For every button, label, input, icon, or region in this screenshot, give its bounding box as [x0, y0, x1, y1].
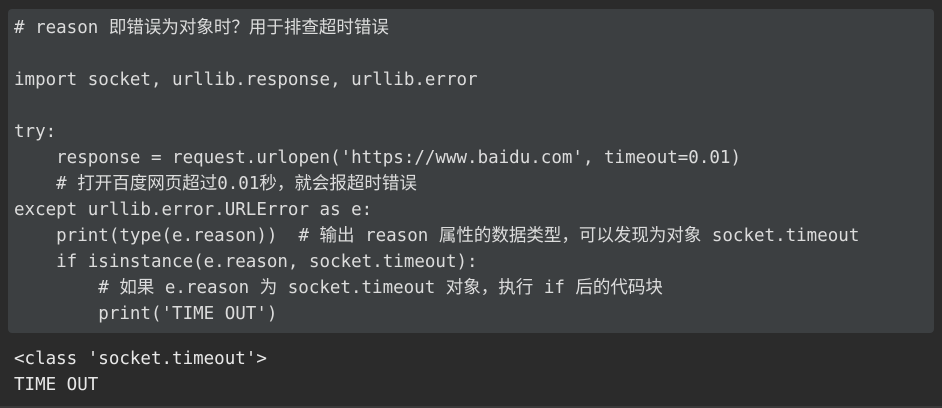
code-line-12: print('TIME OUT')	[14, 304, 278, 324]
code-line-1: # reason 即错误为对象时？用于排查超时错误	[14, 18, 389, 38]
code-line-8: except urllib.error.URLError as e:	[14, 200, 373, 220]
code-line-7: # 打开百度网页超过0.01秒，就会报超时错误	[14, 174, 417, 194]
output-line-2: TIME OUT	[14, 375, 99, 395]
code-line-11: # 如果 e.reason 为 socket.timeout 对象，执行 if …	[14, 278, 663, 298]
cell-output: <class 'socket.timeout'> TIME OUT	[14, 346, 942, 398]
code-line-9: print(type(e.reason)) # 输出 reason 属性的数据类…	[14, 226, 860, 246]
code-line-10: if isinstance(e.reason, socket.timeout):	[14, 252, 478, 272]
code-line-3: import socket, urllib.response, urllib.e…	[14, 70, 478, 90]
code-editor[interactable]: # reason 即错误为对象时？用于排查超时错误 import socket,…	[14, 15, 934, 327]
code-line-5: try:	[14, 122, 57, 142]
code-line-6: response = request.urlopen('https://www.…	[14, 148, 741, 168]
code-cell[interactable]: # reason 即错误为对象时？用于排查超时错误 import socket,…	[8, 9, 934, 333]
output-line-1: <class 'socket.timeout'>	[14, 349, 267, 369]
